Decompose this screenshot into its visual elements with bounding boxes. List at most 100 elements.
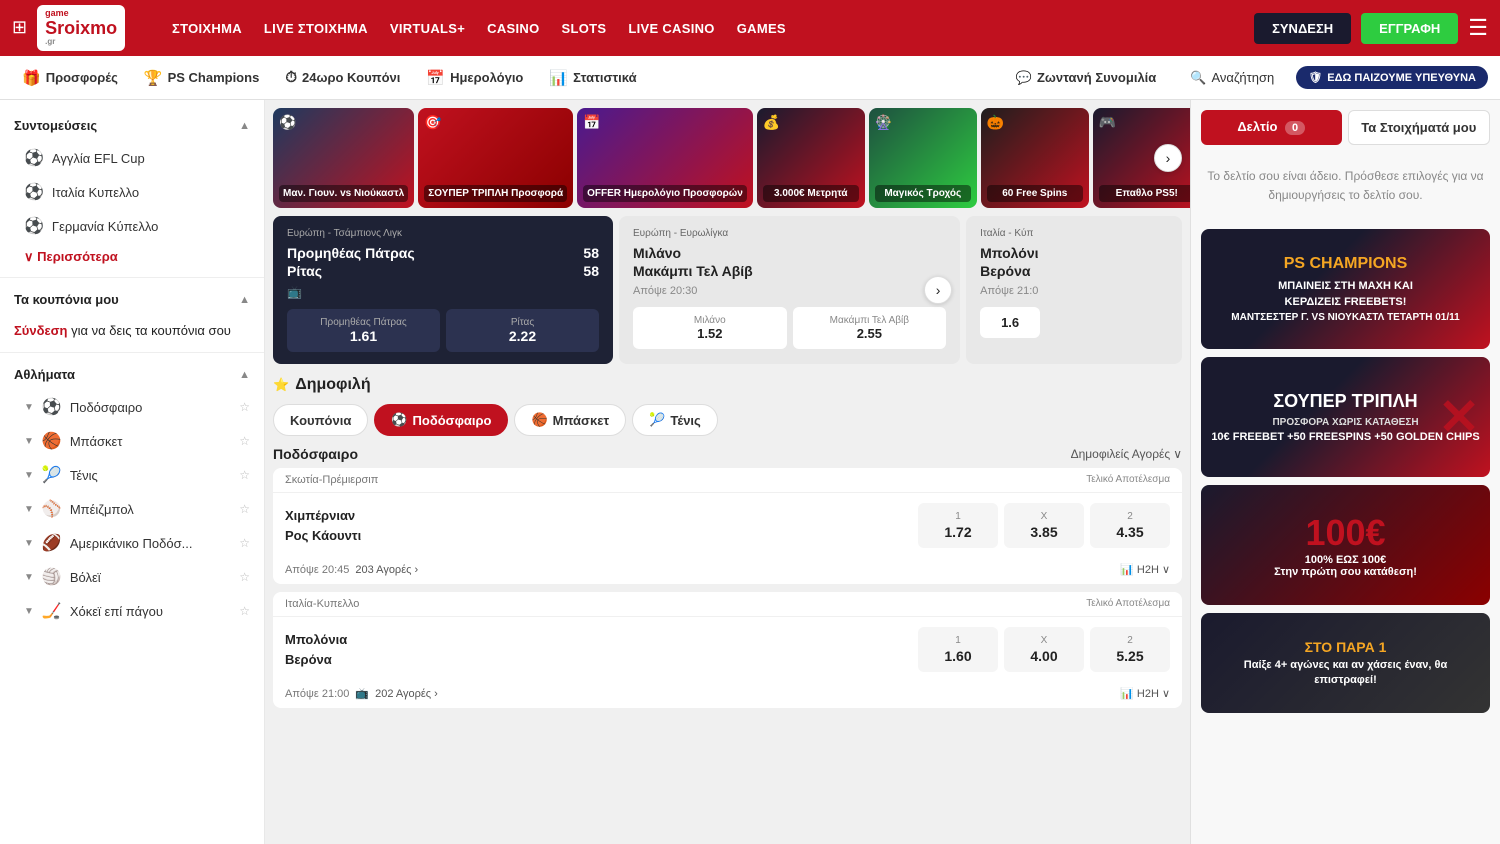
live-chat-button[interactable]: 💬 Ζωντανή Συνομιλία bbox=[1004, 64, 1169, 92]
match-1-team1: Μιλάνο bbox=[633, 245, 946, 261]
sport-category-header: Ποδόσφαιρο Δημοφιλείς Αγορές ∨ bbox=[273, 446, 1182, 462]
tab-basketball[interactable]: 🏀 Μπάσκετ bbox=[514, 404, 626, 436]
shortcut-italy-cup[interactable]: ⚽ Ιταλία Κυπελλο bbox=[0, 175, 264, 209]
nav-live-stoixima[interactable]: LIVE ΣΤΟΙΧΗΜΑ bbox=[264, 21, 368, 36]
odd-2-1[interactable]: 2 5.25 bbox=[1090, 627, 1170, 672]
coupons-chevron-up: ▲ bbox=[239, 294, 250, 306]
offers-nav-item[interactable]: 🎁 Προσφορές bbox=[12, 63, 128, 93]
match-2-odd1[interactable]: 1.6 bbox=[980, 307, 1040, 338]
odd-2-0-value: 4.35 bbox=[1116, 524, 1143, 540]
promo-icon-6: 🎮 bbox=[1099, 114, 1116, 131]
sports-header[interactable]: Αθλήματα ▲ bbox=[0, 359, 264, 390]
right-banner-2[interactable]: 100€ 100% ΕΩΣ 100€Στην πρώτη σου κατάθεσ… bbox=[1201, 485, 1490, 605]
hamburger-icon[interactable]: ☰ bbox=[1468, 15, 1488, 41]
odd-1-0-label: 1 bbox=[922, 511, 994, 522]
volleyball-sport-icon: 🏐 bbox=[42, 567, 62, 587]
right-banner-3[interactable]: ΣΤΟ ΠΑΡΑ 1 Παίξε 4+ αγώνες και αν χάσεις… bbox=[1201, 613, 1490, 713]
sidebar-item-baseball[interactable]: ▼ ⚾ Μπέιζμπολ ☆ bbox=[0, 492, 264, 526]
match-1-odd2-team: Μακάμπι Τελ Αβίβ bbox=[801, 315, 939, 326]
coupon-24-icon: ⏱ bbox=[285, 69, 297, 86]
sidebar-item-volleyball[interactable]: ▼ 🏐 Βόλεϊ ☆ bbox=[0, 560, 264, 594]
nav-games[interactable]: GAMES bbox=[737, 21, 786, 36]
promo-card-4[interactable]: 🎡 Μαγικός Τροχός bbox=[869, 108, 977, 208]
grid-icon[interactable]: ⊞ bbox=[12, 17, 27, 38]
featured-match-2: Ιταλία - Κύπ Μπολόνι Βερόνα Απόψε 21:0 1… bbox=[966, 216, 1182, 364]
promo-card-5[interactable]: 🎃 60 Free Spins bbox=[981, 108, 1089, 208]
shortcut-efl[interactable]: ⚽ Αγγλία EFL Cup bbox=[0, 141, 264, 175]
chart-icon-0: 📊 bbox=[1120, 563, 1134, 576]
h2h-button-0[interactable]: 📊 H2H ∨ bbox=[1120, 563, 1170, 576]
odd-x-0[interactable]: Χ 3.85 bbox=[1004, 503, 1084, 548]
sidebar-item-football[interactable]: ▼ ⚽ Ποδόσφαιρο ☆ bbox=[0, 390, 264, 424]
nav-slots[interactable]: SLOTS bbox=[562, 21, 607, 36]
tab-tennis[interactable]: 🎾 Τένις bbox=[632, 404, 718, 436]
odd-1-0[interactable]: 1 1.72 bbox=[918, 503, 998, 548]
match-0-odd1[interactable]: Προμηθέας Πάτρας 1.61 bbox=[287, 309, 440, 352]
shortcut-germany-cup[interactable]: ⚽ Γερμανία Κύπελλο bbox=[0, 209, 264, 243]
ps-champions-nav-item[interactable]: 🏆 PS Champions bbox=[134, 63, 269, 93]
carousel-next-arrow[interactable]: › bbox=[1154, 144, 1182, 172]
promo-card-2[interactable]: 📅 OFFER Ημερολόγιο Προσφορών bbox=[577, 108, 753, 208]
match-0-time-info: Απόψε 20:45 203 Αγορές › bbox=[285, 564, 418, 576]
stats-nav-item[interactable]: 📊 Στατιστικά bbox=[539, 63, 646, 93]
promo-card-0[interactable]: ⚽ Μαν. Γιουν. vs Νιούκαστλ bbox=[273, 108, 414, 208]
star-icon-am-football[interactable]: ☆ bbox=[239, 536, 250, 550]
match-1-odd2[interactable]: Μακάμπι Τελ Αβίβ 2.55 bbox=[793, 307, 947, 349]
match-row-0-footer: Απόψε 20:45 203 Αγορές › 📊 H2H ∨ bbox=[273, 558, 1182, 584]
sidebar-item-tennis[interactable]: ▼ 🎾 Τένις ☆ bbox=[0, 458, 264, 492]
sidebar-item-american-football[interactable]: ▼ 🏈 Αμερικάνικο Ποδόσ... ☆ bbox=[0, 526, 264, 560]
match-0-markets-link[interactable]: 203 Αγορές › bbox=[355, 564, 418, 576]
right-banner-1[interactable]: ΣΟΥΠΕΡ ΤΡΙΠΛΗ ΠΡΟΣΦΟΡΑ ΧΩΡΙΣ ΚΑΤΑΘΕΣΗ 10… bbox=[1201, 357, 1490, 477]
odd-2-0-label: 2 bbox=[1094, 511, 1166, 522]
nav-casino[interactable]: CASINO bbox=[487, 21, 539, 36]
register-button[interactable]: ΕΓΓΡΑΦΗ bbox=[1361, 13, 1458, 44]
tab-coupons[interactable]: Κουπόνια bbox=[273, 404, 368, 436]
match-0-odd2[interactable]: Ρίτας 2.22 bbox=[446, 309, 599, 352]
tab-football[interactable]: ⚽ Ποδόσφαιρο bbox=[374, 404, 508, 436]
signin-link[interactable]: Σύνδεση bbox=[14, 323, 68, 338]
calendar-nav-item[interactable]: 📅 Ημερολόγιο bbox=[416, 63, 533, 93]
betslip-tab-active[interactable]: Δελτίο 0 bbox=[1201, 110, 1342, 145]
coupons-header[interactable]: Τα κουπόνια μου ▲ bbox=[0, 284, 264, 315]
logo: game Sroixmo .gr bbox=[37, 5, 125, 51]
star-icon-football[interactable]: ☆ bbox=[239, 400, 250, 414]
odd-1-1[interactable]: 1 1.60 bbox=[918, 627, 998, 672]
match-row-1: Ιταλία-Κυπελλο Τελικό Αποτέλεσμα Μπολόνι… bbox=[273, 592, 1182, 708]
star-icon-baseball[interactable]: ☆ bbox=[239, 502, 250, 516]
responsible-button[interactable]: 🛡 ΕΔΩ ΠΑΙΖΟΥΜΕ ΥΠΕΥΘΥΝΑ bbox=[1296, 66, 1488, 89]
shortcuts-header[interactable]: Συντομεύσεις ▲ bbox=[0, 110, 264, 141]
match-row-0-header: Σκωτία-Πρέμιερσιπ Τελικό Αποτέλεσμα bbox=[273, 468, 1182, 493]
nav-stoixima[interactable]: ΣΤΟΙΧΗΜΑ bbox=[172, 21, 242, 36]
match-1-time-info: Απόψε 21:00 📺 202 Αγορές › bbox=[285, 687, 438, 700]
signin-button[interactable]: ΣΥΝΔΕΣΗ bbox=[1254, 13, 1351, 44]
search-button[interactable]: 🔍 Αναζήτηση bbox=[1178, 64, 1286, 92]
h2h-button-1[interactable]: 📊 H2H ∨ bbox=[1120, 687, 1170, 700]
nav-live-casino[interactable]: LIVE CASINO bbox=[628, 21, 714, 36]
match-1-odd1[interactable]: Μιλάνο 1.52 bbox=[633, 307, 787, 349]
odd-2-1-label: 2 bbox=[1094, 635, 1166, 646]
match-0-odd2-value: 2.22 bbox=[452, 328, 593, 344]
promo-icon-2: 📅 bbox=[583, 114, 600, 131]
odd-x-1[interactable]: Χ 4.00 bbox=[1004, 627, 1084, 672]
match-2-odd1-value: 1.6 bbox=[1001, 315, 1019, 330]
betslip-tab-my-bets[interactable]: Τα Στοιχήματά μου bbox=[1348, 110, 1491, 145]
sidebar-item-basketball[interactable]: ▼ 🏀 Μπάσκετ ☆ bbox=[0, 424, 264, 458]
coupon-24-nav-item[interactable]: ⏱ 24ωρο Κουπόνι bbox=[275, 63, 410, 92]
promo-card-3[interactable]: 💰 3.000€ Μετρητά bbox=[757, 108, 865, 208]
popular-markets-link[interactable]: Δημοφιλείς Αγορές ∨ bbox=[1071, 447, 1182, 461]
odd-2-0[interactable]: 2 4.35 bbox=[1090, 503, 1170, 548]
match-carousel-arrow[interactable]: › bbox=[924, 276, 952, 304]
chat-icon: 💬 bbox=[1016, 70, 1032, 86]
star-icon-tennis[interactable]: ☆ bbox=[239, 468, 250, 482]
match-1-markets-link[interactable]: 202 Αγορές › bbox=[375, 688, 438, 700]
right-banner-0[interactable]: PS CHAMPIONS ΜΠΑΙΝΕΙΣ ΣΤΗ ΜΑΧΗ ΚΑΙΚΕΡΔΙΖ… bbox=[1201, 229, 1490, 349]
promo-label-3: 3.000€ Μετρητά bbox=[763, 185, 859, 202]
nav-virtuals[interactable]: VIRTUALS+ bbox=[390, 21, 465, 36]
more-shortcuts-link[interactable]: ∨ Περισσότερα bbox=[0, 243, 264, 271]
star-icon-hockey[interactable]: ☆ bbox=[239, 604, 250, 618]
sidebar-item-hockey[interactable]: ▼ 🏒 Χόκεϊ επί πάγου ☆ bbox=[0, 594, 264, 628]
star-icon-volleyball[interactable]: ☆ bbox=[239, 570, 250, 584]
sidebar: Συντομεύσεις ▲ ⚽ Αγγλία EFL Cup ⚽ Ιταλία… bbox=[0, 100, 265, 844]
star-icon-basketball[interactable]: ☆ bbox=[239, 434, 250, 448]
promo-card-1[interactable]: 🎯 ΣΟΥΠΕΡ ΤΡΙΠΛΗ Προσφορά bbox=[418, 108, 573, 208]
